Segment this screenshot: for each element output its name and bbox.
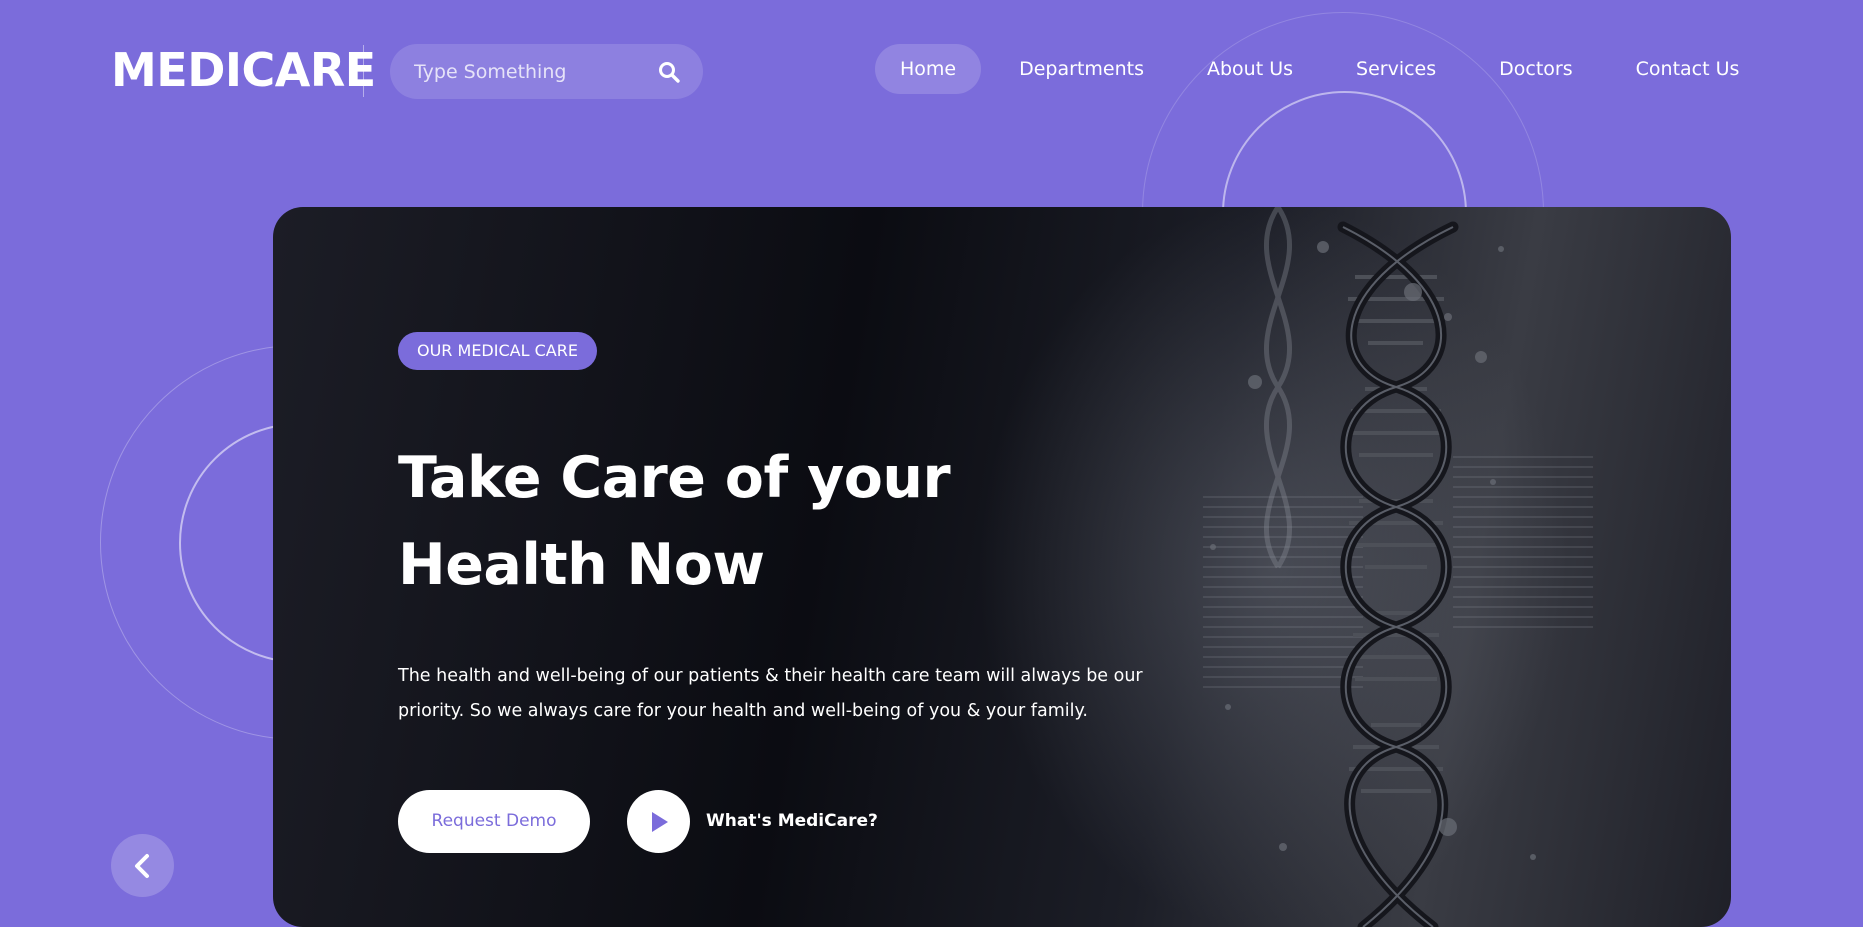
hero-description: The health and well-being of our patient… (398, 659, 1178, 729)
description-line-1: The health and well-being of our patient… (398, 666, 1143, 686)
nav-item-contact-us[interactable]: Contact Us (1611, 44, 1765, 94)
search-bar (390, 44, 703, 99)
site-logo[interactable]: MEDICARE (111, 42, 376, 98)
nav-item-departments[interactable]: Departments (994, 44, 1169, 94)
play-video-button[interactable] (627, 790, 690, 853)
headline-line-2: Health Now (398, 532, 765, 598)
hero-headline: Take Care of your Health Now (398, 435, 1038, 609)
search-input[interactable] (414, 44, 634, 99)
nav-item-doctors[interactable]: Doctors (1474, 44, 1598, 94)
nav-item-services[interactable]: Services (1331, 44, 1461, 94)
slider-prev-button[interactable] (111, 834, 174, 897)
headline-line-1: Take Care of your (398, 445, 951, 511)
main-nav: Home Departments About Us Services Docto… (875, 44, 1777, 94)
chevron-left-icon (135, 854, 149, 878)
description-line-2: priority. So we always care for your hea… (398, 701, 1088, 721)
whats-medicare-link[interactable]: What's MediCare? (706, 807, 878, 835)
search-icon[interactable] (657, 60, 681, 84)
dna-helix-image (1203, 207, 1593, 927)
nav-item-about-us[interactable]: About Us (1182, 44, 1318, 94)
logo-divider (363, 45, 364, 97)
section-tag: OUR MEDICAL CARE (398, 332, 597, 370)
request-demo-button[interactable]: Request Demo (398, 790, 590, 853)
play-icon (652, 812, 668, 832)
hero-banner: OUR MEDICAL CARE Take Care of your Healt… (273, 207, 1731, 927)
nav-item-home[interactable]: Home (875, 44, 982, 94)
